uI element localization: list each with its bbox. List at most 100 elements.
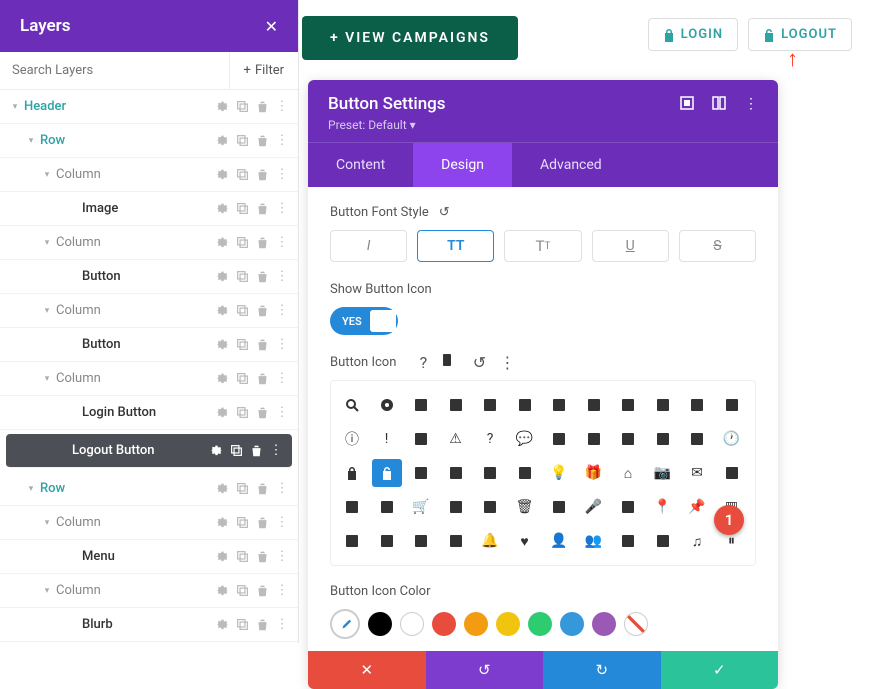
layer-row[interactable]: Menu ⋮ — [0, 540, 298, 574]
excl2-icon[interactable] — [406, 425, 436, 453]
color-swatch[interactable] — [496, 612, 520, 636]
music-icon[interactable]: ♫ — [682, 527, 712, 555]
gear-icon[interactable] — [214, 549, 230, 565]
tab-advanced[interactable]: Advanced — [512, 143, 630, 187]
gear-icon[interactable] — [214, 405, 230, 421]
vol-icon[interactable] — [613, 425, 643, 453]
cart-icon[interactable]: 🛒 — [406, 493, 436, 521]
clouddn-icon[interactable] — [510, 459, 540, 487]
color-picker-button[interactable] — [330, 609, 360, 639]
close-icon[interactable]: ✕ — [265, 17, 278, 36]
gear-icon[interactable] — [214, 515, 230, 531]
layer-row[interactable]: Image ⋮ — [0, 192, 298, 226]
trash-icon[interactable] — [254, 303, 270, 319]
gear-icon[interactable] — [208, 443, 224, 459]
quote-icon[interactable] — [682, 425, 712, 453]
more-icon[interactable]: ⋮ — [274, 269, 290, 285]
no-color-swatch[interactable] — [624, 612, 648, 636]
more-icon[interactable]: ⋮ — [274, 583, 290, 599]
caret-icon[interactable]: ▾ — [42, 170, 52, 180]
mailcloud-icon[interactable] — [441, 459, 471, 487]
more-icon[interactable]: ⋮ — [274, 481, 290, 497]
caret-icon[interactable]: ▾ — [42, 374, 52, 384]
duplicate-icon[interactable] — [234, 515, 250, 531]
undo-button[interactable]: ↺ — [426, 651, 544, 689]
layer-row[interactable]: ▾Column ⋮ — [0, 506, 298, 540]
reset-icon[interactable]: ↺ — [439, 205, 450, 220]
img-icon[interactable] — [544, 391, 574, 419]
duplicate-icon[interactable] — [228, 443, 244, 459]
italic-button[interactable]: I — [330, 230, 407, 262]
duplicate-icon[interactable] — [234, 337, 250, 353]
caret-icon[interactable]: ▾ — [42, 306, 52, 316]
caret-icon[interactable]: ▾ — [42, 586, 52, 596]
home-icon[interactable]: ⌂ — [613, 459, 643, 487]
grid2-icon[interactable] — [648, 527, 678, 555]
cloud-icon[interactable] — [406, 459, 436, 487]
layer-row[interactable]: ▾Column ⋮ — [0, 362, 298, 396]
compass-icon[interactable] — [613, 493, 643, 521]
disc-icon[interactable] — [372, 391, 402, 419]
trash-icon[interactable] — [254, 99, 270, 115]
eject-icon[interactable] — [717, 459, 747, 487]
trash-icon[interactable] — [254, 269, 270, 285]
filter-button[interactable]: + Filter — [229, 52, 298, 90]
gear-icon[interactable] — [214, 371, 230, 387]
vol2-icon[interactable] — [648, 425, 678, 453]
bulb-icon[interactable]: 💡 — [544, 459, 574, 487]
columns-icon[interactable] — [712, 96, 726, 112]
gear-icon[interactable] — [214, 617, 230, 633]
layer-row[interactable]: ▾Row ⋮ — [0, 124, 298, 158]
trash-icon[interactable] — [254, 371, 270, 387]
gear-icon[interactable] — [214, 337, 230, 353]
clip-icon[interactable] — [372, 493, 402, 521]
layer-row[interactable]: ▾Row ⋮ — [0, 472, 298, 506]
duplicate-icon[interactable] — [234, 269, 250, 285]
more-icon[interactable]: ⋮ — [274, 405, 290, 421]
tag-icon[interactable] — [441, 493, 471, 521]
tab-design[interactable]: Design — [413, 143, 512, 187]
more-icon[interactable]: ⋮ — [744, 96, 758, 112]
mail-icon[interactable]: ✉ — [682, 459, 712, 487]
logout-button[interactable]: LOGOUT — [748, 18, 852, 51]
help-icon[interactable]: ? — [414, 353, 432, 372]
info-icon[interactable]: ⓘ — [337, 425, 367, 453]
smallcaps-button[interactable]: TT — [504, 230, 581, 262]
more-icon[interactable]: ⋮ — [274, 515, 290, 531]
layer-row[interactable]: ▾Column ⋮ — [0, 574, 298, 608]
duplicate-icon[interactable] — [234, 549, 250, 565]
caret-icon[interactable]: ▾ — [26, 136, 36, 146]
doc3-icon[interactable] — [510, 391, 540, 419]
search-layers-input[interactable] — [0, 63, 229, 78]
bell-icon[interactable]: 🔔 — [475, 527, 505, 555]
layer-row[interactable]: Logout Button ⋮ — [6, 434, 292, 468]
trash-icon[interactable] — [254, 405, 270, 421]
duplicate-icon[interactable] — [234, 133, 250, 149]
search-icon[interactable] — [337, 391, 367, 419]
duplicate-icon[interactable] — [234, 167, 250, 183]
trash-icon[interactable]: 🗑 — [510, 493, 540, 521]
color-swatch[interactable] — [560, 612, 584, 636]
gear-icon[interactable] — [214, 99, 230, 115]
cancel-button[interactable]: ✕ — [308, 651, 426, 689]
duplicate-icon[interactable] — [234, 481, 250, 497]
trash-icon[interactable] — [254, 133, 270, 149]
more-icon[interactable]: ⋮ — [268, 443, 284, 459]
folder-icon[interactable] — [579, 391, 609, 419]
clock-icon[interactable]: 🕐 — [717, 425, 747, 453]
trash-icon[interactable] — [254, 167, 270, 183]
layer-row[interactable]: Button ⋮ — [0, 328, 298, 362]
view-campaigns-button[interactable]: + VIEW CAMPAIGNS — [302, 16, 518, 60]
tab-content[interactable]: Content — [308, 143, 413, 187]
duplicate-icon[interactable] — [234, 99, 250, 115]
more-icon[interactable]: ⋮ — [274, 549, 290, 565]
plus-sq-icon[interactable] — [648, 391, 678, 419]
show-icon-toggle[interactable]: YES — [330, 307, 398, 335]
chat-icon[interactable]: 💬 — [510, 425, 540, 453]
more-icon[interactable]: ⋮ — [274, 303, 290, 319]
gear-icon[interactable] — [214, 167, 230, 183]
cloudup-icon[interactable] — [475, 459, 505, 487]
duplicate-icon[interactable] — [234, 583, 250, 599]
duplicate-icon[interactable] — [234, 201, 250, 217]
strikethrough-button[interactable]: S — [679, 230, 756, 262]
